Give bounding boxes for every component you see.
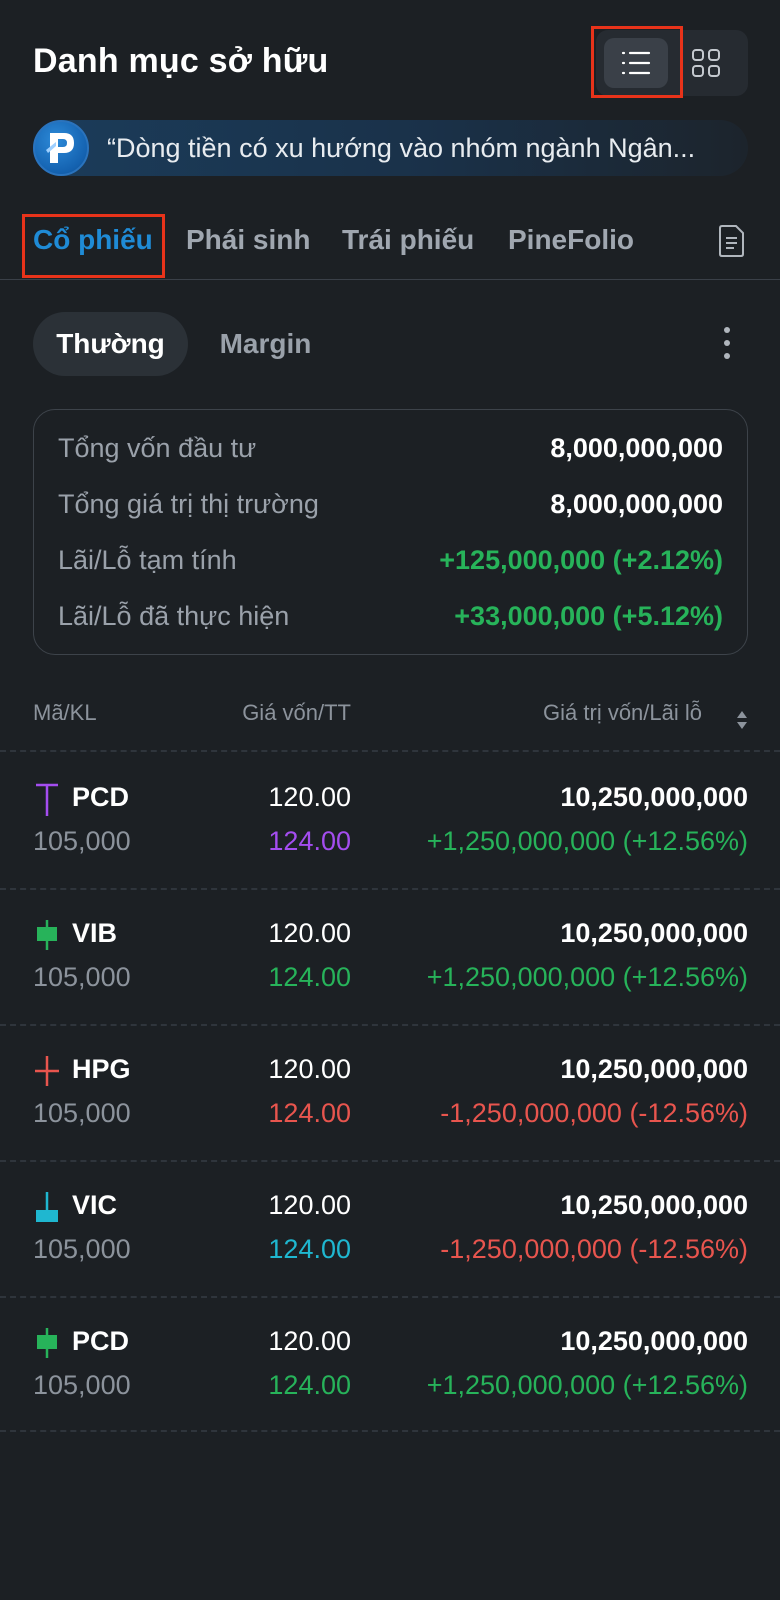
up-candle-icon [37, 920, 57, 950]
cost-price: 120.00 [268, 782, 351, 812]
cost-price: 120.00 [268, 1054, 351, 1084]
grid-view-button[interactable] [674, 38, 738, 88]
tab-phai-sinh[interactable]: Phái sinh [186, 224, 310, 256]
profit-loss: +1,250,000,000 (+12.56%) [426, 962, 748, 992]
stock-symbol: PCD [72, 782, 130, 812]
document-icon[interactable] [718, 224, 746, 263]
profit-loss: +1,250,000,000 (+12.56%) [426, 1370, 748, 1400]
more-vertical-icon[interactable] [723, 326, 731, 365]
down-cross-icon [35, 1056, 59, 1086]
stock-symbol: VIB [72, 918, 118, 948]
summary-value: +33,000,000 (+5.12%) [454, 600, 723, 631]
sort-icon[interactable] [736, 710, 748, 730]
cost-price: 120.00 [268, 918, 351, 948]
market-price: 124.00 [268, 1098, 351, 1128]
news-headline: “Dòng tiền có xu hướng vào nhóm ngành Ng… [107, 132, 696, 163]
summary-label: Tổng giá trị thị trường [58, 488, 319, 519]
market-price: 124.00 [268, 962, 351, 992]
stock-symbol: HPG [72, 1054, 131, 1084]
tab-pinefolio[interactable]: PineFolio [508, 224, 634, 256]
volume: 105,000 [33, 1370, 131, 1400]
cost-price: 120.00 [268, 1190, 351, 1220]
summary-value: 8,000,000,000 [550, 488, 723, 519]
summary-row: Lãi/Lỗ đã thực hiện +33,000,000 (+5.12%) [58, 596, 723, 636]
position-value: 10,250,000,000 [560, 1054, 748, 1084]
header: Danh mục sở hữu [0, 0, 780, 120]
table-row[interactable]: VIB 105,000 120.00 124.00 10,250,000,000… [0, 888, 780, 1024]
divider [0, 1430, 780, 1432]
summary-value: 8,000,000,000 [550, 432, 723, 463]
ceiling-candle-icon [36, 783, 58, 816]
asset-tabs: Cổ phiếu Phái sinh Trái phiếu PineFolio [0, 210, 780, 280]
subtab-margin[interactable]: Margin [188, 312, 343, 376]
position-value: 10,250,000,000 [560, 782, 748, 812]
position-value: 10,250,000,000 [560, 1190, 748, 1220]
volume: 105,000 [33, 1098, 131, 1128]
news-banner[interactable]: “Dòng tiền có xu hướng vào nhóm ngành Ng… [33, 120, 748, 176]
market-price: 124.00 [268, 1370, 351, 1400]
table-row[interactable]: PCD 105,000 120.00 124.00 10,250,000,000… [0, 1296, 780, 1432]
profit-loss: -1,250,000,000 (-12.56%) [440, 1098, 748, 1128]
summary-value: +125,000,000 (+2.12%) [439, 544, 723, 575]
table-row[interactable]: HPG 105,000 120.00 124.00 10,250,000,000… [0, 1024, 780, 1160]
tab-co-phieu[interactable]: Cổ phiếu [33, 224, 153, 256]
table-row[interactable]: VIC 105,000 120.00 124.00 10,250,000,000… [0, 1160, 780, 1296]
tab-trai-phieu[interactable]: Trái phiếu [342, 224, 474, 256]
market-price: 124.00 [268, 1234, 351, 1264]
volume: 105,000 [33, 826, 131, 856]
profit-loss: +1,250,000,000 (+12.56%) [426, 826, 748, 856]
page-title: Danh mục sở hữu [33, 42, 329, 80]
table-row[interactable]: PCD 105,000 120.00 124.00 10,250,000,000… [0, 752, 780, 888]
subtab-thuong[interactable]: Thường [33, 312, 188, 376]
account-type-tabs: Thường Margin [33, 312, 748, 376]
column-header-symbol: Mã/KL [33, 700, 97, 725]
summary-row: Lãi/Lỗ tạm tính +125,000,000 (+2.12%) [58, 540, 723, 580]
profit-loss: -1,250,000,000 (-12.56%) [440, 1234, 748, 1264]
up-candle-icon [37, 1328, 57, 1358]
market-price: 124.00 [268, 826, 351, 856]
column-header-value[interactable]: Giá trị vốn/Lãi lỗ [543, 700, 702, 726]
stock-symbol: VIC [72, 1190, 118, 1220]
position-value: 10,250,000,000 [560, 918, 748, 948]
floor-candle-icon [36, 1192, 58, 1222]
volume: 105,000 [33, 962, 131, 992]
grid-icon [692, 49, 720, 77]
cost-price: 120.00 [268, 1326, 351, 1356]
summary-label: Tổng vốn đầu tư [58, 432, 257, 463]
summary-label: Lãi/Lỗ tạm tính [58, 544, 237, 575]
pinetree-logo [33, 120, 89, 176]
volume: 105,000 [33, 1234, 131, 1264]
position-value: 10,250,000,000 [560, 1326, 748, 1356]
view-toggle [596, 30, 748, 96]
portfolio-summary: Tổng vốn đầu tư 8,000,000,000 Tổng giá t… [33, 409, 748, 655]
column-header-cost: Giá vốn/TT [242, 700, 351, 725]
summary-row: Tổng giá trị thị trường 8,000,000,000 [58, 484, 723, 524]
list-icon [621, 51, 651, 75]
summary-label: Lãi/Lỗ đã thực hiện [58, 600, 290, 631]
summary-row: Tổng vốn đầu tư 8,000,000,000 [58, 428, 723, 468]
stock-symbol: PCD [72, 1326, 130, 1356]
list-view-button[interactable] [604, 38, 668, 88]
